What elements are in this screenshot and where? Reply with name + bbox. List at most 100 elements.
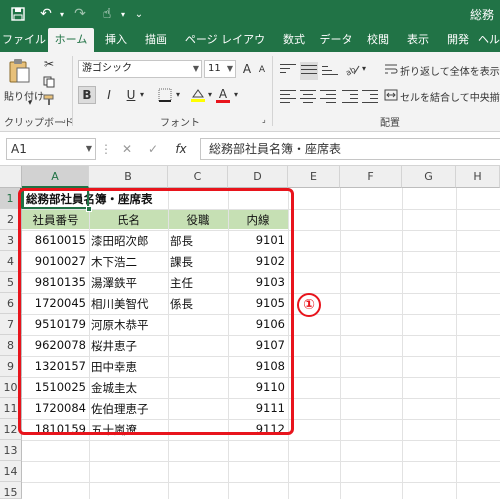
cut-icon[interactable]: ✂ — [40, 56, 58, 72]
insert-function-button[interactable]: fx — [168, 138, 194, 160]
gridline — [22, 482, 500, 483]
highlight-dropdown-icon[interactable]: ▾ — [208, 90, 212, 99]
shrink-font-button[interactable]: A — [256, 62, 268, 78]
spreadsheet-grid[interactable]: A B C D E F G H 1 2 3 4 5 6 7 8 9 10 11 … — [0, 166, 500, 499]
ribbon-tabs: ファイル ホーム 挿入 描画 ページ レイアウト 数式 データ 校閲 表示 開発… — [0, 28, 500, 70]
enter-button[interactable]: ✓ — [142, 138, 164, 160]
row-header-13[interactable]: 13 — [0, 440, 22, 461]
gridline — [456, 188, 457, 499]
align-left-icon[interactable] — [280, 90, 296, 104]
highlight-frame — [18, 188, 294, 435]
clipboard-launcher-icon[interactable]: ⌟ — [62, 115, 66, 124]
tab-view[interactable]: 表示 — [400, 28, 436, 52]
wrap-text-icon[interactable] — [384, 62, 398, 76]
underline-dropdown-icon[interactable]: ▾ — [140, 90, 144, 99]
touch-dropdown-icon[interactable]: ▾ — [118, 0, 128, 28]
font-color-swatch — [216, 99, 230, 103]
highlight-color-swatch — [191, 99, 205, 102]
orientation-dropdown-icon[interactable]: ▾ — [362, 64, 366, 73]
borders-dropdown-icon[interactable]: ▾ — [176, 90, 180, 99]
column-header-d[interactable]: D — [228, 166, 288, 188]
orientation-icon[interactable]: ab — [342, 60, 362, 78]
underline-button[interactable]: U — [122, 86, 140, 104]
italic-button[interactable]: I — [100, 86, 118, 104]
tab-review[interactable]: 校閲 — [360, 28, 396, 52]
svg-text:ab: ab — [344, 65, 357, 76]
paste-label[interactable]: 貼り付け — [4, 88, 44, 103]
column-header-a[interactable]: A — [22, 166, 89, 188]
wrap-text-button[interactable]: 折り返して全体を表示する — [400, 63, 500, 78]
document-title: 総務 — [469, 8, 494, 22]
align-bottom-icon[interactable] — [322, 66, 338, 80]
title-bar: ↶ ▾ ↷ ☝ ▾ ⌄ 総務 — [0, 0, 500, 28]
name-box[interactable]: A1 ▼ — [6, 138, 96, 160]
column-header-b[interactable]: B — [89, 166, 168, 188]
gridline — [22, 440, 500, 441]
row-header-14[interactable]: 14 — [0, 461, 22, 482]
tab-developer[interactable]: 開発 — [440, 28, 476, 52]
save-icon[interactable] — [8, 0, 28, 28]
undo-icon[interactable]: ↶ — [36, 0, 56, 28]
touch-mode-icon[interactable]: ☝ — [96, 0, 118, 28]
chevron-down-icon: ▼ — [192, 64, 199, 73]
name-box-value: A1 — [11, 142, 27, 156]
gridline — [22, 461, 500, 462]
grow-font-button[interactable]: A — [240, 60, 254, 78]
tab-insert[interactable]: 挿入 — [98, 28, 134, 52]
customize-icon[interactable]: ⌄ — [132, 0, 146, 28]
cancel-button[interactable]: ✕ — [116, 138, 138, 160]
borders-icon[interactable] — [154, 86, 176, 104]
row-header-15[interactable]: 15 — [0, 482, 22, 499]
tab-formulas[interactable]: 数式 — [276, 28, 312, 52]
column-header-g[interactable]: G — [402, 166, 456, 188]
font-color-dropdown-icon[interactable]: ▾ — [234, 90, 238, 99]
tab-help[interactable]: ヘルプ — [478, 28, 500, 52]
merge-center-icon[interactable] — [384, 88, 398, 102]
alignment-group-label: 配置 — [380, 118, 400, 129]
chevron-down-icon: ▼ — [226, 64, 233, 73]
undo-dropdown-icon[interactable]: ▾ — [56, 0, 68, 28]
font-name-value: 游ゴシック — [82, 63, 132, 74]
column-header-c[interactable]: C — [168, 166, 228, 188]
tab-home[interactable]: ホーム — [48, 28, 94, 52]
ribbon-separator — [272, 56, 273, 126]
gridline — [402, 188, 403, 499]
font-color-letter: A — [218, 86, 228, 101]
align-middle-icon[interactable] — [300, 62, 318, 80]
formula-bar-grip-icon: ⋮ — [100, 142, 112, 156]
chevron-down-icon: ▼ — [85, 144, 92, 153]
paste-icon[interactable] — [4, 56, 34, 86]
copy-icon[interactable] — [40, 74, 58, 90]
font-color-button[interactable]: A — [214, 86, 232, 104]
formula-bar: A1 ▼ ⋮ ✕ ✓ fx 総務部社員名簿・座席表 — [0, 132, 500, 166]
column-header-e[interactable]: E — [288, 166, 340, 188]
column-header-h[interactable]: H — [456, 166, 500, 188]
tab-file[interactable]: ファイル — [2, 28, 46, 52]
align-right-icon[interactable] — [320, 90, 336, 104]
callout-badge: ① — [297, 293, 321, 317]
select-all-corner[interactable] — [0, 166, 22, 188]
merge-center-button[interactable]: セルを結合して中央揃え — [400, 89, 500, 104]
font-size-value: 11 — [208, 63, 221, 74]
align-center-icon[interactable] — [300, 90, 316, 104]
ribbon: 貼り付け ▾ ✂ クリップボード ⌟ 游ゴシック ▼ 11 ▼ A A B I … — [0, 52, 500, 132]
decrease-indent-icon[interactable] — [342, 90, 358, 104]
ribbon-separator — [72, 56, 73, 126]
format-painter-icon[interactable] — [40, 92, 58, 108]
formula-input[interactable]: 総務部社員名簿・座席表 — [200, 138, 500, 160]
bold-button[interactable]: B — [78, 86, 96, 104]
align-top-icon[interactable] — [280, 64, 296, 78]
tab-draw[interactable]: 描画 — [138, 28, 174, 52]
font-launcher-icon[interactable]: ⌟ — [262, 115, 266, 124]
gridline — [340, 188, 341, 499]
redo-icon[interactable]: ↷ — [70, 0, 90, 28]
tab-page-layout[interactable]: ページ レイアウト — [180, 28, 270, 70]
paste-dropdown-icon[interactable]: ▾ — [28, 98, 32, 107]
column-header-f[interactable]: F — [340, 166, 402, 188]
font-name-dropdown[interactable]: 游ゴシック ▼ — [78, 60, 202, 78]
tab-data[interactable]: データ — [316, 28, 356, 52]
increase-indent-icon[interactable] — [362, 90, 378, 104]
font-group-label: フォント — [160, 118, 200, 129]
font-size-dropdown[interactable]: 11 ▼ — [204, 60, 236, 78]
highlight-icon[interactable] — [188, 86, 208, 104]
